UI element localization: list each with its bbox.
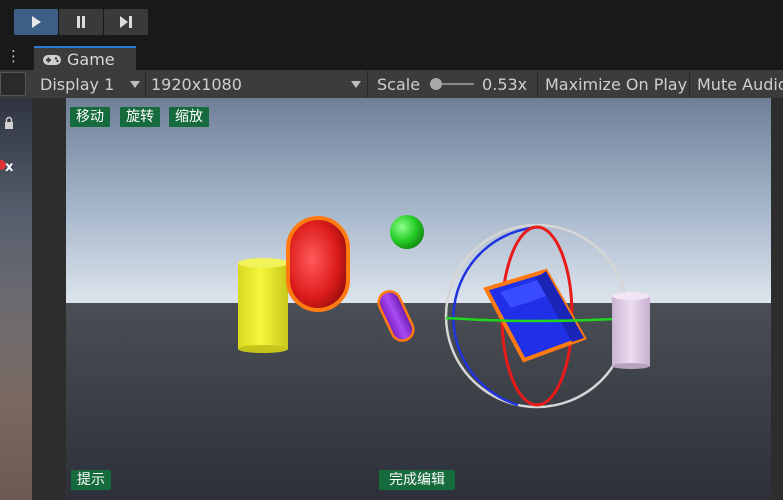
viewport-border-right [771,98,783,500]
step-button[interactable] [104,9,148,35]
maximize-label: Maximize On Play [545,74,688,94]
hint-button[interactable]: 提示 [71,470,111,490]
display-label: Display 1 [40,74,115,94]
pause-button[interactable] [59,9,103,35]
lock-icon [5,116,13,129]
scale-control[interactable]: Scale 0.53x [368,70,538,98]
tab-game[interactable]: Game [34,46,136,71]
move-button[interactable]: 移动 [70,107,110,127]
rotate-button[interactable]: 旋转 [120,107,160,127]
chevron-down-icon [351,81,361,88]
scene-preview-panel [0,98,32,500]
mute-audio-toggle[interactable]: Mute Audio [690,70,783,98]
scale-slider[interactable] [430,78,475,90]
pause-icon [77,16,85,28]
play-icon [32,16,41,28]
left-panel-field[interactable] [0,72,26,96]
game-viewport[interactable]: 移动 旋转 缩放 提示 完成编辑 [66,98,771,500]
resolution-label: 1920x1080 [151,74,242,94]
mute-label: Mute Audio [697,74,783,94]
scale-value: 0.53x [482,74,528,94]
tab-game-label: Game [67,50,115,69]
resolution-dropdown[interactable]: 1920x1080 [146,70,368,98]
play-toolbar [0,0,783,44]
step-icon [120,16,132,28]
display-dropdown[interactable]: Display 1 [32,70,146,98]
kebab-menu-icon[interactable]: ⋮ [6,48,21,64]
scale-label: Scale [377,74,421,94]
maximize-on-play-toggle[interactable]: Maximize On Play [538,70,690,98]
play-button[interactable] [14,9,58,35]
gamepad-icon [42,54,62,66]
game-options-bar: Display 1 1920x1080 Scale 0.53x Maximize… [0,70,783,99]
finish-edit-button[interactable]: 完成编辑 [379,470,455,490]
scene-render [66,98,771,500]
chevron-down-icon [130,81,140,88]
scale-button[interactable]: 缩放 [169,107,209,127]
close-label[interactable]: x [5,160,13,175]
slider-handle[interactable] [430,78,443,90]
viewport-border-left [32,98,66,500]
